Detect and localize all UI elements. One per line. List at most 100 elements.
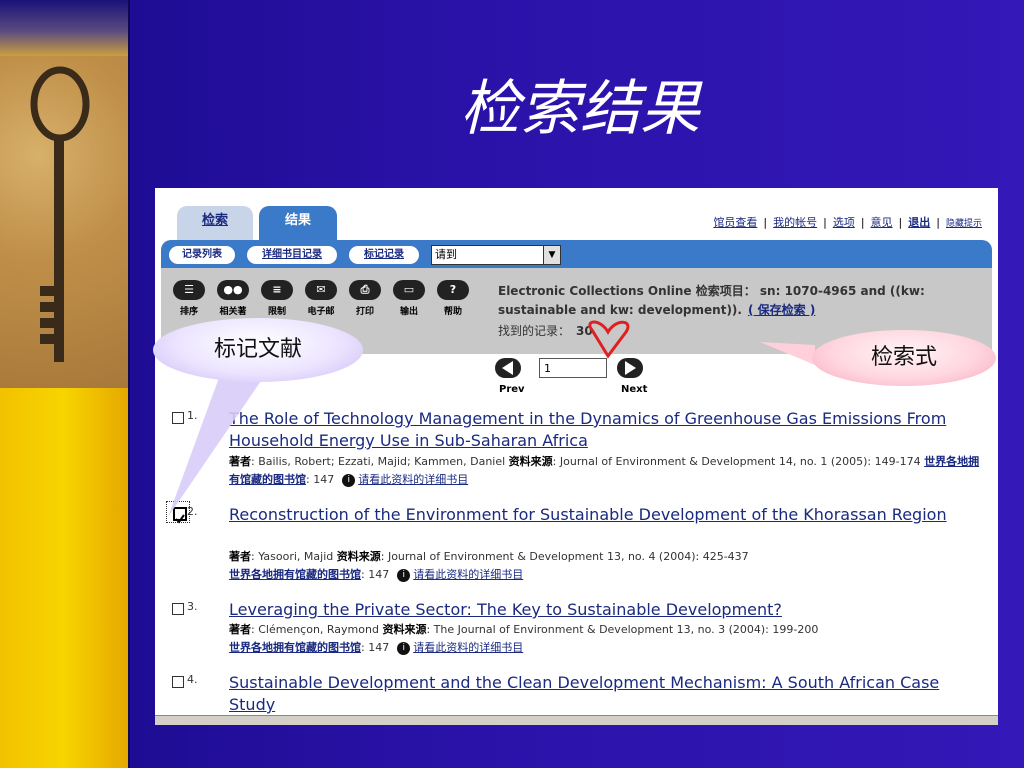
record-meta: 著者: Yasoori, Majid 资料来源: Journal of Envi… (229, 548, 989, 584)
tool-email-label: 电子邮 (307, 307, 335, 317)
prev-button[interactable] (495, 358, 521, 378)
source-value: : The Journal of Environment & Developme… (426, 623, 819, 636)
link-hide-tips[interactable]: 隐藏提示 (946, 219, 982, 229)
source-value: : Journal of Environment & Development 1… (380, 550, 749, 563)
records-found-label: 找到的记录： (498, 324, 571, 338)
tool-print-label: 打印 (355, 307, 374, 317)
key-photo (0, 56, 128, 388)
tool-sort[interactable]: ☰ 排序 (169, 280, 209, 317)
export-icon: ▭ (393, 280, 425, 300)
subtab-marked-records[interactable]: 标记记录 (349, 246, 419, 264)
tool-sort-label: 排序 (179, 307, 198, 317)
tool-related[interactable]: ●● 相关著 (213, 280, 253, 317)
next-label: Next (621, 384, 648, 395)
tool-limit-label: 限制 (267, 307, 286, 317)
link-options[interactable]: 选项 (833, 216, 855, 229)
arrow-right-icon (625, 361, 636, 375)
library-holdings-link[interactable]: 世界各地拥有馆藏的图书馆 (229, 568, 361, 581)
page-number-input[interactable]: 1 (539, 358, 607, 378)
subtab-record-list[interactable]: 记录列表 (169, 246, 235, 264)
sub-tab-bar: 记录列表 详细书目记录 标记记录 请到 ▼ (161, 240, 992, 268)
search-query: Electronic Collections Online 检索项目： sn: … (498, 282, 978, 320)
tab-search[interactable]: 检索 (177, 206, 253, 240)
record-number: 4. (187, 673, 198, 686)
related-icon: ●● (217, 280, 249, 300)
detail-record-link[interactable]: 请看此资料的详细书目 (413, 641, 523, 654)
link-feedback[interactable]: 意见 (871, 216, 893, 229)
slide-title: 检索结果 (460, 74, 700, 144)
key-icon (30, 66, 90, 362)
library-holdings-link[interactable]: 世界各地拥有馆藏的图书馆 (229, 641, 361, 654)
author-label: 著者 (229, 550, 251, 563)
prev-label: Prev (499, 384, 525, 395)
tool-help-label: 帮助 (443, 307, 462, 317)
pager: 1 Prev Next (495, 356, 655, 400)
record-checkbox-4[interactable] (172, 676, 184, 688)
author-label: 著者 (229, 455, 251, 468)
author-value: : Clémençon, Raymond (251, 623, 379, 636)
tool-limit[interactable]: ≡ 限制 (257, 280, 297, 317)
check-icon (175, 514, 185, 524)
detail-record-link[interactable]: 请看此资料的详细书目 (358, 473, 468, 486)
record-meta: 著者: Clémençon, Raymond 资料来源: The Journal… (229, 621, 989, 657)
browser-screenshot: 检索 结果 馆员查看 | 我的帐号 | 选项 | 意见 | 退出 | 隐藏提示 记录列表 详细书目记… (155, 188, 998, 725)
source-label: 资料来源 (336, 550, 381, 563)
tab-results[interactable]: 结果 (259, 206, 337, 240)
goto-select[interactable]: 请到 ▼ (431, 245, 561, 265)
record-checkbox-3[interactable] (172, 603, 184, 615)
goto-select-value: 请到 (435, 248, 457, 261)
record-title-link[interactable]: Leveraging the Private Sector: The Key t… (229, 599, 989, 621)
slide-divider (128, 0, 130, 768)
record-number: 3. (187, 600, 198, 613)
record-number: 1. (187, 409, 198, 422)
email-icon: ✉ (305, 280, 337, 300)
chevron-down-icon: ▼ (543, 246, 560, 264)
record-meta: 著者: Bailis, Robert; Ezzati, Majid; Kamme… (229, 453, 989, 489)
tool-export[interactable]: ▭ 输出 (389, 280, 429, 317)
record-title-link[interactable]: The Role of Technology Management in the… (229, 408, 989, 452)
browser-status-bar (155, 715, 998, 725)
link-librarian-view[interactable]: 馆员查看 (713, 216, 757, 229)
records-found-count: 30 (576, 324, 593, 338)
detail-record-link[interactable]: 请看此资料的详细书目 (413, 568, 523, 581)
author-value: : Bailis, Robert; Ezzati, Majid; Kammen,… (251, 455, 506, 468)
arrow-left-icon (502, 361, 513, 375)
print-icon: ⎙ (349, 280, 381, 300)
callout-search-query: 检索式 (812, 330, 996, 386)
info-icon: i (342, 473, 356, 487)
library-count: : 147 (361, 568, 390, 581)
source-value: : Journal of Environment & Development 1… (552, 455, 921, 468)
record-checkbox-1[interactable] (172, 412, 184, 424)
record-checkbox-2-checked[interactable] (173, 507, 187, 524)
source-label: 资料来源 (382, 623, 427, 636)
left-top-gradient (0, 0, 128, 56)
author-label: 著者 (229, 623, 251, 636)
records-found: 找到的记录： 30 (498, 322, 593, 339)
sort-icon: ☰ (173, 280, 205, 300)
library-count: : 147 (306, 473, 335, 486)
library-count: : 147 (361, 641, 390, 654)
author-value: : Yasoori, Majid (251, 550, 334, 563)
info-icon: i (397, 641, 411, 655)
link-logout[interactable]: 退出 (908, 216, 930, 229)
callout-mark-records: 标记文献 (153, 318, 363, 382)
record-title-link[interactable]: Sustainable Development and the Clean De… (229, 672, 989, 716)
search-query-text: Electronic Collections Online 检索项目： sn: … (498, 284, 925, 317)
tab-row: 检索 结果 馆员查看 | 我的帐号 | 选项 | 意见 | 退出 | 隐藏提示 (155, 188, 998, 240)
save-search-link[interactable]: ( 保存检索 ) (748, 303, 815, 317)
top-links: 馆员查看 | 我的帐号 | 选项 | 意见 | 退出 | 隐藏提示 (713, 216, 982, 229)
subtab-detailed-record[interactable]: 详细书目记录 (247, 246, 337, 264)
source-label: 资料来源 (508, 455, 553, 468)
tool-export-label: 输出 (399, 307, 418, 317)
info-icon: i (397, 568, 411, 582)
tool-print[interactable]: ⎙ 打印 (345, 280, 385, 317)
limit-icon: ≡ (261, 280, 293, 300)
link-my-account[interactable]: 我的帐号 (773, 216, 817, 229)
tool-email[interactable]: ✉ 电子邮 (301, 280, 341, 317)
next-button[interactable] (617, 358, 643, 378)
help-icon: ? (437, 280, 469, 300)
tool-related-label: 相关著 (219, 307, 247, 317)
record-title-link[interactable]: Reconstruction of the Environment for Su… (229, 504, 989, 526)
tool-help[interactable]: ? 帮助 (433, 280, 473, 317)
record-number: 2. (187, 505, 198, 518)
